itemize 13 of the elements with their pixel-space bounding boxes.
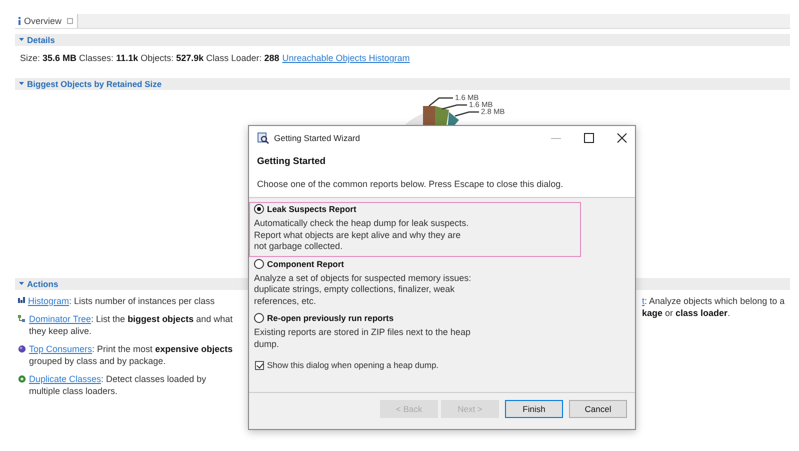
dialog-title: Getting Started Wizard	[274, 133, 361, 143]
action-description: Duplicate Classes: Detect classes loaded by multiple class loaders.	[29, 373, 208, 397]
action-description: Top Consumers: Print the most expensive objects grouped by class and by package.	[29, 343, 234, 367]
dialog-heading: Getting Started	[257, 156, 327, 167]
action-description: Histogram: Lists number of instances per class	[28, 295, 215, 307]
report-description: Existing reports are stored in ZIP files next to the heap dump.	[254, 327, 472, 350]
action-description: kage or class loader.	[642, 307, 732, 319]
dialog-description: Choose one of the common reports below. Press Escape to close this dialog.	[257, 179, 564, 189]
action-description: t: Analyze objects which belong to a	[642, 295, 786, 307]
action-description: Dominator Tree: List the biggest objects and what they keep alive.	[29, 313, 234, 337]
report-description: Analyze a set of objects for suspected memory issues: duplicate strings, empty collections, finalizer, weak references, etc.	[254, 272, 472, 307]
stats-line: Size: 35.6 MB Classes: 11.1k Objects: 527.9k Class Loader: 288	[20, 53, 280, 63]
report-description: Automatically check the heap dump for leak suspects. Report what objects are kept alive and why they are not garbage collected.	[254, 218, 470, 252]
